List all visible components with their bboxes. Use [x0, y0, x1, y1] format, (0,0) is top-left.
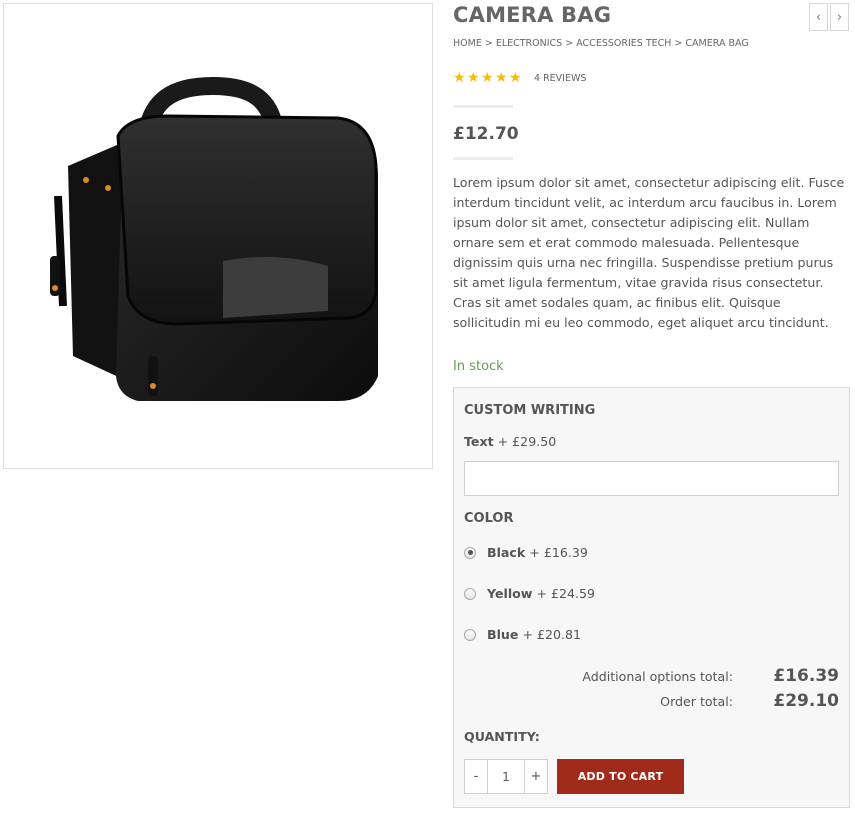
breadcrumb: HOME > ELECTRONICS > ACCESSORIES TECH > … — [453, 38, 749, 49]
color-option-black[interactable]: Black + £16.39 — [464, 545, 588, 560]
add-to-cart-button[interactable]: ADD TO CART — [557, 759, 684, 794]
additional-options-total: Additional options total: £16.39 — [582, 666, 839, 686]
color-heading: COLOR — [464, 511, 514, 526]
rating: ★ ★ ★ ★ ★ 4 REVIEWS — [453, 71, 586, 85]
quantity-label: QUANTITY: — [464, 729, 540, 744]
star-icon: ★ — [481, 70, 494, 86]
chevron-left-icon: ‹ — [815, 9, 822, 25]
quantity-input[interactable] — [488, 759, 524, 794]
breadcrumb-accessories-tech[interactable]: ACCESSORIES TECH — [576, 38, 671, 49]
chevron-right-icon: › — [836, 9, 843, 25]
previous-product-button[interactable]: ‹ — [809, 3, 828, 31]
custom-text-input[interactable] — [464, 461, 839, 496]
product-price: £12.70 — [453, 124, 519, 144]
radio-yellow[interactable] — [464, 587, 476, 600]
quantity-stepper: - + — [464, 759, 548, 794]
order-total: Order total: £29.10 — [660, 691, 839, 711]
radio-black[interactable] — [464, 546, 476, 559]
next-product-button[interactable]: › — [830, 3, 849, 31]
custom-writing-heading: CUSTOM WRITING — [464, 403, 596, 418]
quantity-decrease-button[interactable]: - — [464, 759, 488, 794]
stock-status: In stock — [453, 359, 504, 374]
star-icon: ★ — [453, 70, 466, 86]
color-option-yellow[interactable]: Yellow + £24.59 — [464, 586, 595, 601]
product-image[interactable] — [3, 3, 433, 469]
custom-text-label: Text + £29.50 — [464, 434, 557, 449]
camera-bag-image — [50, 76, 378, 401]
reviews-link[interactable]: 4 REVIEWS — [534, 73, 586, 84]
breadcrumb-home[interactable]: HOME — [453, 38, 482, 49]
breadcrumb-electronics[interactable]: ELECTRONICS — [496, 38, 562, 49]
divider — [453, 105, 513, 108]
color-option-blue[interactable]: Blue + £20.81 — [464, 627, 581, 642]
quantity-increase-button[interactable]: + — [524, 759, 548, 794]
breadcrumb-current: CAMERA BAG — [685, 38, 749, 49]
star-icon: ★ — [467, 70, 480, 86]
product-title: CAMERA BAG — [453, 3, 612, 27]
product-options-panel: CUSTOM WRITING Text + £29.50 COLOR Black… — [453, 387, 850, 808]
star-icon: ★ — [509, 70, 522, 86]
star-icon: ★ — [495, 70, 508, 86]
radio-blue[interactable] — [464, 628, 476, 641]
product-description: Lorem ipsum dolor sit amet, consectetur … — [453, 175, 845, 330]
divider — [453, 157, 513, 160]
